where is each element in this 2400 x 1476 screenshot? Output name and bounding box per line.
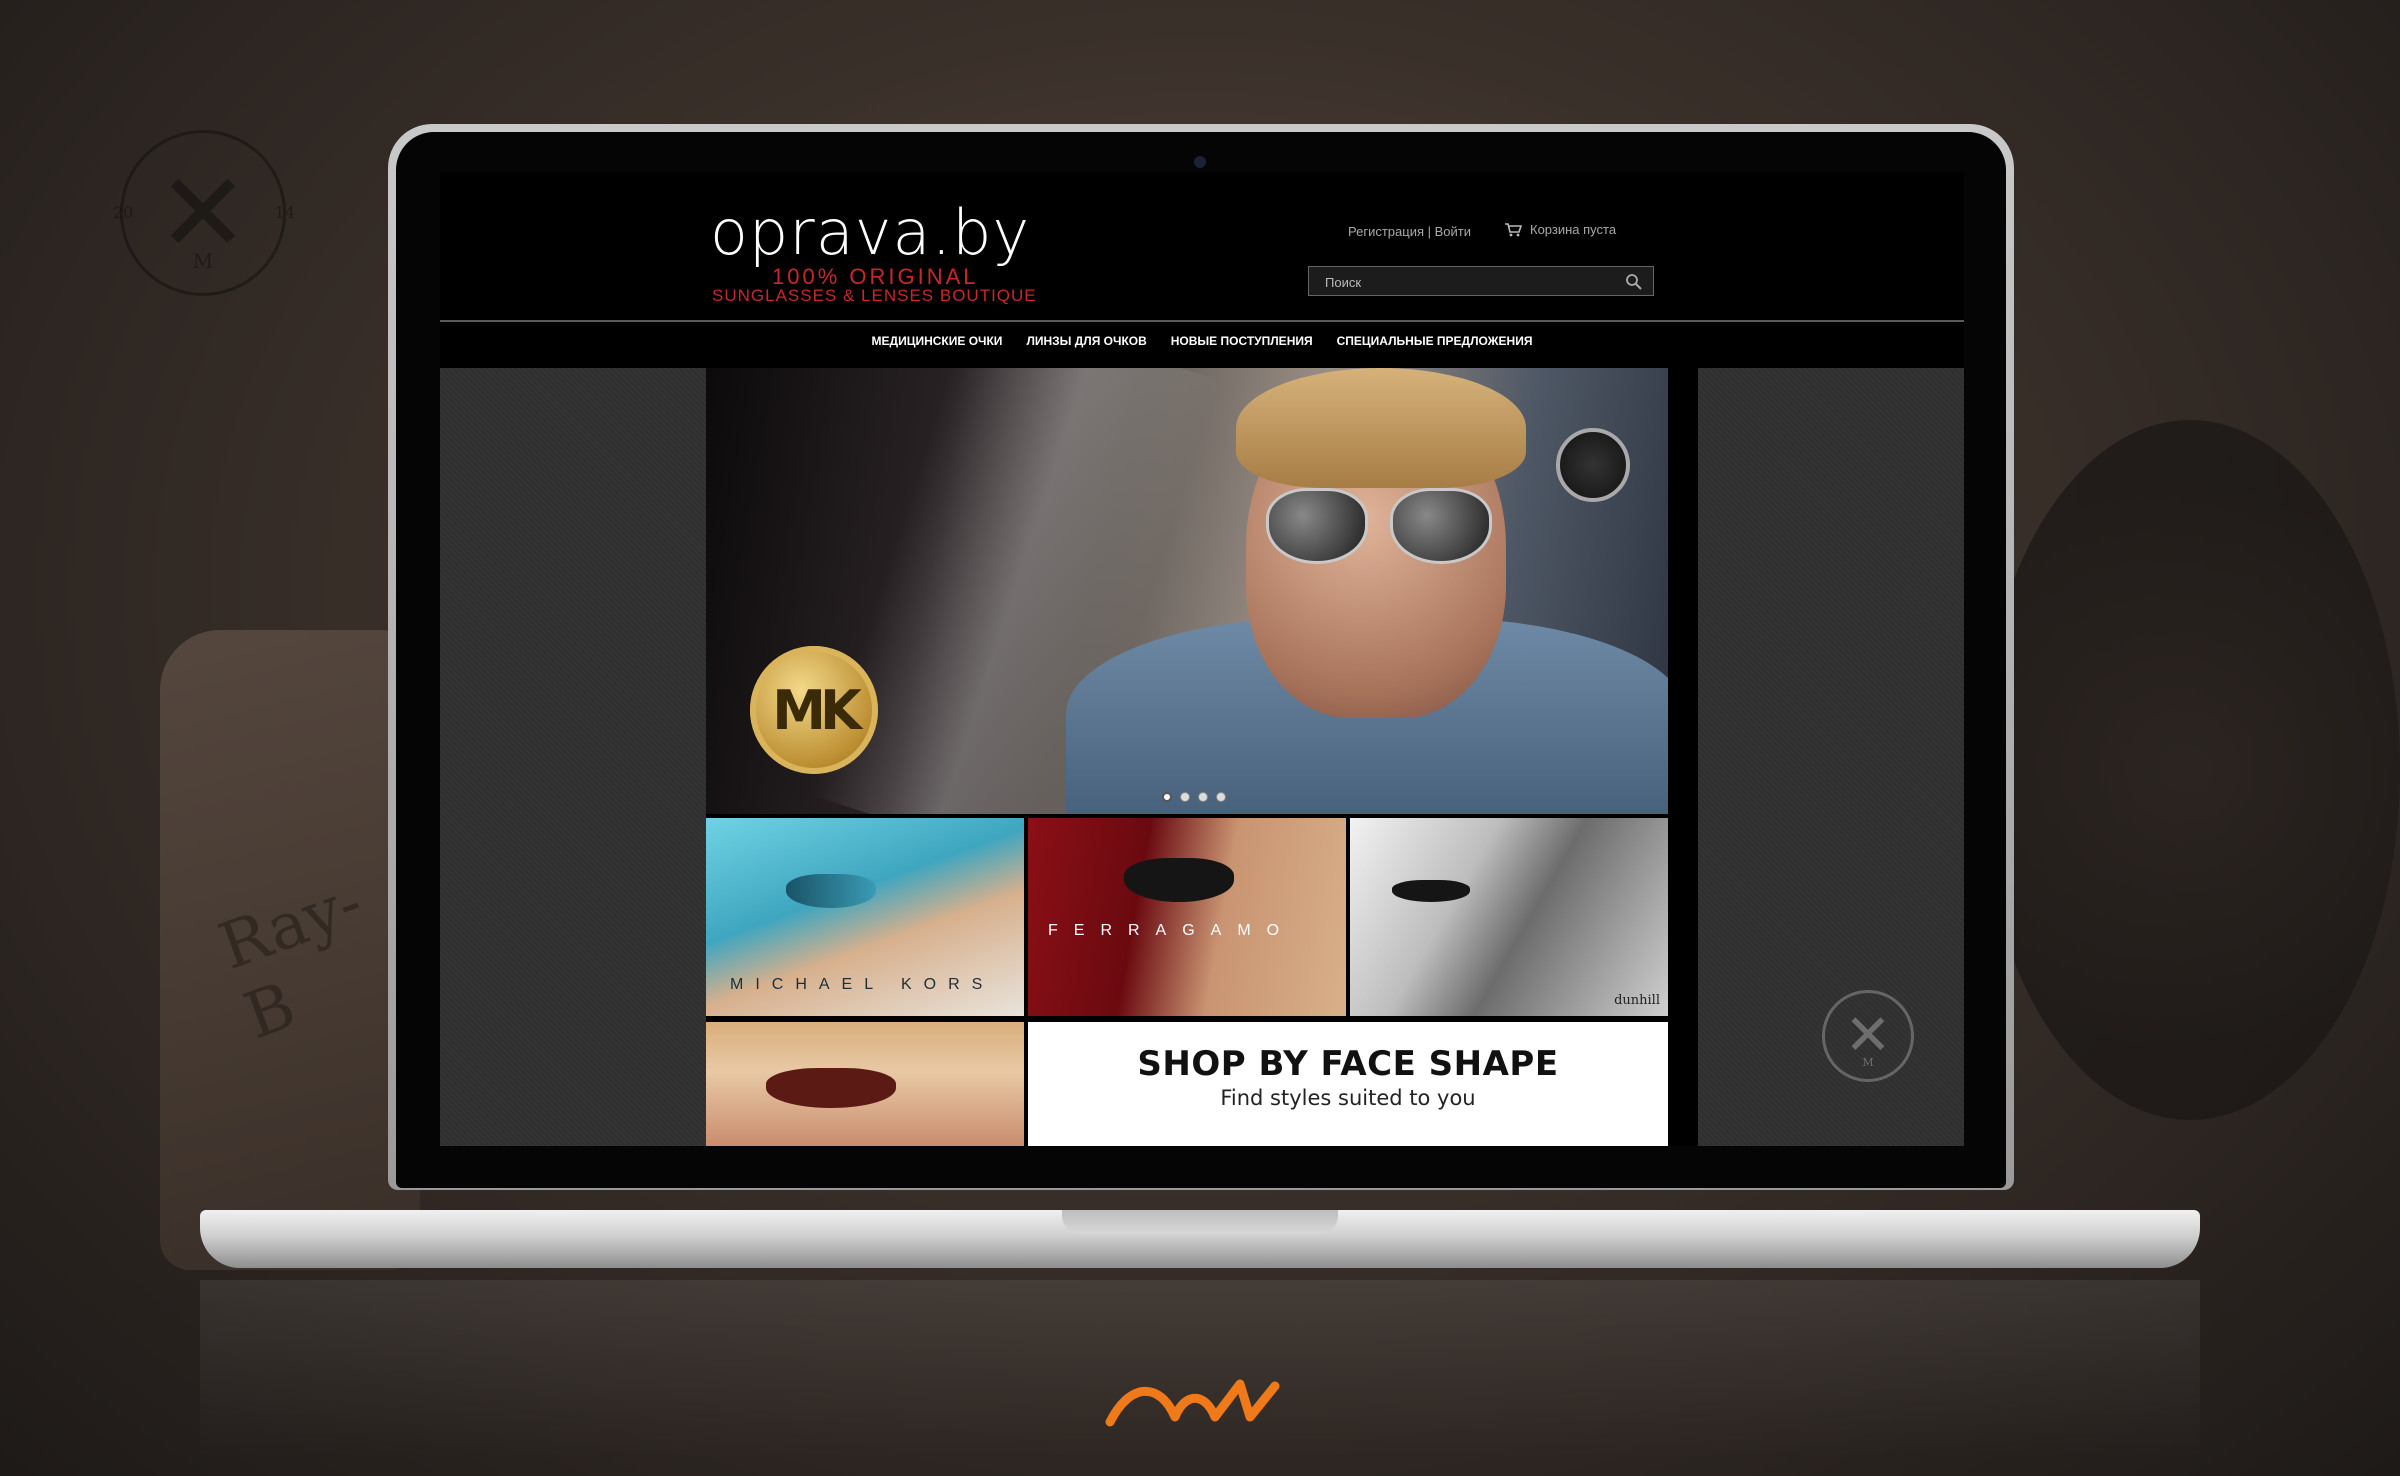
tile-label: dunhill (1614, 993, 1660, 1008)
stamp-letter: M (192, 249, 214, 273)
logo-text: oprava.by (710, 196, 1031, 269)
tile-label: FERRAGAMO (1048, 922, 1296, 939)
sunglasses-image (766, 1068, 896, 1108)
left-side-panel (440, 368, 706, 1146)
promo-title: SHOP BY FACE SHAPE (1137, 1044, 1559, 1084)
brand-badge-text: MK (772, 678, 862, 742)
promo-subtitle: Find styles suited to you (1220, 1086, 1476, 1110)
brand-stamp-top-left: ✕ 20 14 M (113, 130, 295, 296)
sunglasses-image (786, 874, 876, 908)
camera-icon (1194, 156, 1206, 168)
brand-tile-dunhill[interactable]: dunhill (1350, 818, 1668, 1016)
main-nav: МЕДИЦИНСКИЕ ОЧКИ ЛИНЗЫ ДЛЯ ОЧКОВ НОВЫЕ П… (440, 334, 1964, 348)
laptop-reflection (200, 1280, 2200, 1460)
hero-watch (1556, 428, 1630, 502)
stamp-letter: M (1862, 1056, 1874, 1069)
designer-logo-icon (1105, 1379, 1280, 1427)
auth-links: Регистрация | Войти (1348, 224, 1471, 239)
hero-sunglasses-lens-left (1266, 488, 1368, 564)
brand-tile-michael-kors[interactable]: MICHAEL KORS (706, 818, 1024, 1016)
search-icon[interactable] (1625, 273, 1643, 291)
hero-model-hair (1236, 368, 1526, 488)
sunglasses-image (1124, 858, 1234, 902)
nav-item-medical-glasses[interactable]: МЕДИЦИНСКИЕ ОЧКИ (860, 334, 1015, 348)
brand-tile-ferragamo[interactable]: FERRAGAMO (1028, 818, 1346, 1016)
login-link[interactable]: Войти (1435, 224, 1471, 239)
cart-icon (1505, 222, 1522, 236)
nav-item-special-offers[interactable]: СПЕЦИАЛЬНЫЕ ПРЕДЛОЖЕНИЯ (1325, 334, 1545, 348)
slider-dot-1[interactable] (1162, 792, 1172, 802)
slider-dot-2[interactable] (1180, 792, 1190, 802)
search-input[interactable] (1309, 267, 1627, 297)
stamp-year-right: 14 (274, 203, 295, 222)
brand-tile-model[interactable] (706, 1022, 1024, 1146)
hero-slider[interactable]: MK (706, 368, 1668, 814)
background-shadow (1980, 420, 2400, 1120)
laptop-screen: oprava.by 100% ORIGINAL SUNGLASSES & LEN… (440, 172, 1964, 1146)
site-logo[interactable]: oprava.by 100% ORIGINAL SUNGLASSES & LEN… (710, 196, 1036, 306)
auth-separator: | (1427, 224, 1432, 239)
cart-label: Корзина пуста (1530, 222, 1617, 237)
laptop-notch (1062, 1210, 1338, 1234)
slider-dot-3[interactable] (1198, 792, 1208, 802)
hero-sunglasses-lens-right (1390, 488, 1492, 564)
header-divider (440, 320, 1964, 322)
sunglasses-image (1392, 880, 1470, 902)
michael-kors-badge: MK (750, 646, 878, 774)
logo-tagline-2: SUNGLASSES & LENSES BOUTIQUE (712, 286, 1037, 305)
nav-item-lenses[interactable]: ЛИНЗЫ ДЛЯ ОЧКОВ (1014, 334, 1158, 348)
search-box (1308, 266, 1654, 297)
cart-link[interactable]: Корзина пуста (1504, 222, 1616, 237)
register-link[interactable]: Регистрация (1348, 224, 1424, 239)
brand-stamp-small: ✕ M (1822, 990, 1914, 1082)
nav-item-new-arrivals[interactable]: НОВЫЕ ПОСТУПЛЕНИЯ (1159, 334, 1325, 348)
tile-label: MICHAEL KORS (730, 976, 995, 993)
stamp-year-left: 20 (113, 203, 134, 222)
slider-dot-4[interactable] (1216, 792, 1226, 802)
slider-dots (1162, 792, 1226, 802)
shop-by-face-shape-banner[interactable]: SHOP BY FACE SHAPE Find styles suited to… (1028, 1022, 1668, 1146)
